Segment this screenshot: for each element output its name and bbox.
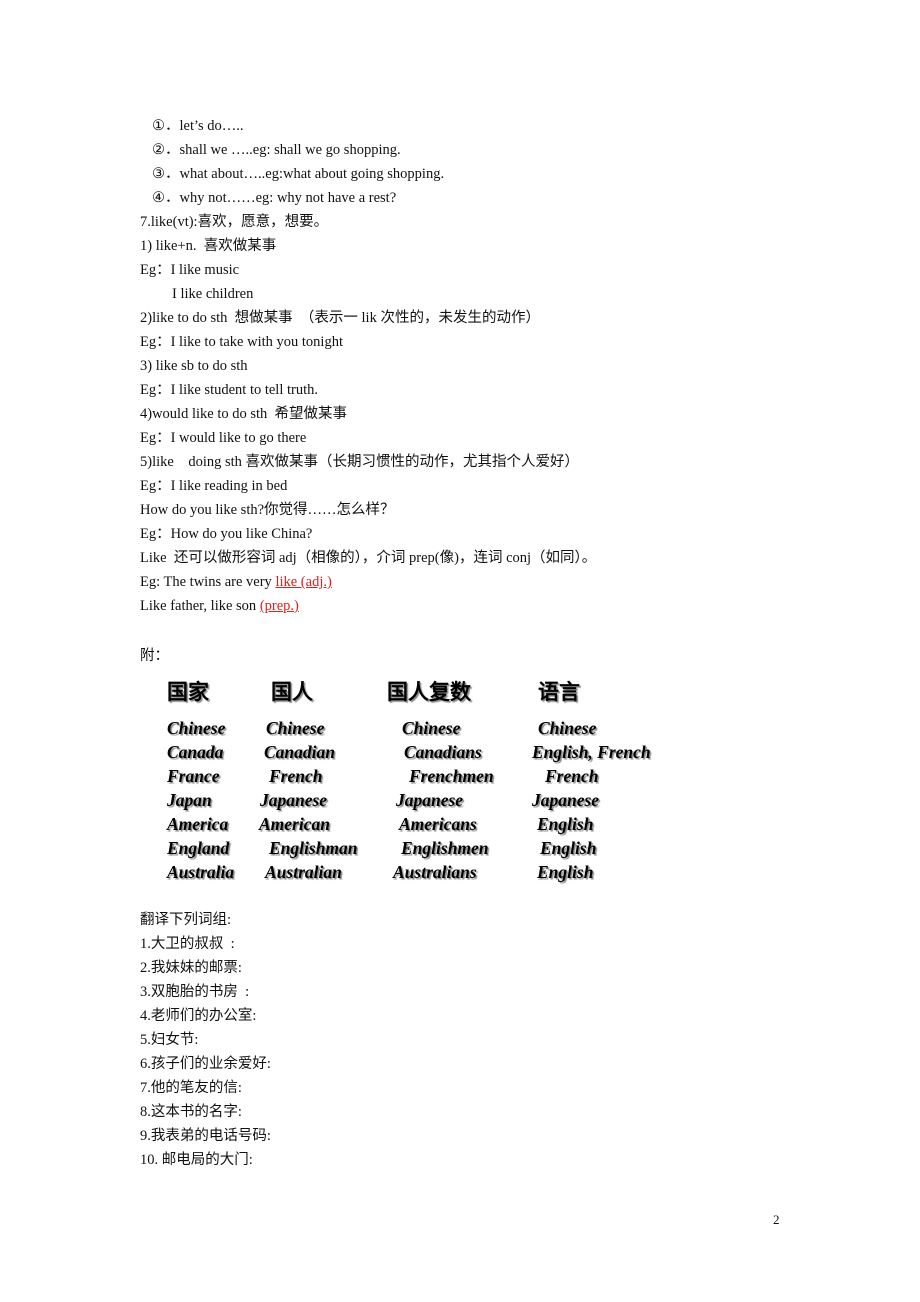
table-cell: Australians	[393, 862, 477, 882]
table-header: 国家	[167, 680, 209, 704]
text-line: How do you like sth?你觉得……怎么样？	[140, 502, 395, 518]
suggestion-item: ①．let’s do…..	[152, 117, 244, 135]
text-line: 4)would like to do sth 希望做某事	[140, 406, 348, 422]
table-cell: France	[167, 766, 220, 786]
list-text: shall we …..eg: shall we go shopping.	[179, 142, 401, 158]
table-cell: England	[167, 838, 230, 858]
table-cell: English	[540, 838, 597, 858]
example-text: Eg: The twins are very	[140, 574, 276, 590]
table-cell: English	[537, 862, 594, 882]
exercise-title: 翻译下列词组:	[140, 912, 232, 928]
table-cell: Japan	[167, 790, 212, 810]
exercise-item: 10. 邮电局的大门:	[140, 1152, 253, 1168]
text-line: Like 还可以做形容词 adj（相像的），介词 prep(像)，连词 conj…	[140, 550, 597, 566]
list-marker: ④．	[152, 190, 180, 206]
text-line: Eg：How do you like China?	[140, 526, 313, 542]
table-cell: Chinese	[167, 718, 226, 738]
table-cell: Canadians	[404, 742, 482, 762]
exercise-item: 8.这本书的名字:	[140, 1104, 242, 1120]
exercise-item: 4.老师们的办公室:	[140, 1008, 257, 1024]
table-cell: Japanese	[260, 790, 328, 810]
exercise-item: 2.我妹妹的邮票:	[140, 960, 242, 976]
highlight-adj: like (adj.)	[275, 574, 332, 590]
page-number: 2	[773, 1212, 780, 1227]
table-cell: Chinese	[538, 718, 597, 738]
exercise-item: 1.大卫的叔叔 :	[140, 936, 235, 952]
text-line: Eg：I like reading in bed	[140, 478, 288, 494]
text-line: I like children	[172, 286, 254, 302]
table-cell: Frenchmen	[409, 766, 494, 786]
text-line: Eg：I would like to go there	[140, 430, 307, 446]
list-marker: ①．	[152, 118, 180, 134]
table-cell: Americans	[399, 814, 477, 834]
exercise-item: 5.妇女节:	[140, 1032, 199, 1048]
text-line: Eg：I like to take with you tonight	[140, 334, 343, 350]
text-line: Eg：I like music	[140, 262, 240, 278]
table-cell: Chinese	[402, 718, 461, 738]
table-cell: Chinese	[266, 718, 325, 738]
suggestion-item: ②．shall we …..eg: shall we go shopping.	[152, 141, 401, 159]
section-heading: 7.like(vt):喜欢，愿意，想要。	[140, 214, 329, 230]
table-cell: French	[545, 766, 599, 786]
exercise-item: 3.双胞胎的书房 :	[140, 984, 250, 1000]
table-header: 语言	[538, 680, 580, 704]
table-cell: Canadian	[264, 742, 335, 762]
text-line: Eg：I like student to tell truth.	[140, 382, 319, 398]
example-adj: Eg: The twins are very like (adj.)	[140, 573, 332, 591]
table-cell: Englishmen	[401, 838, 489, 858]
list-marker: ②．	[152, 142, 180, 158]
table-cell: French	[269, 766, 323, 786]
table-cell: American	[259, 814, 330, 834]
text-line: 5)like doing sth 喜欢做某事（长期习惯性的动作，尤其指个人爱好）	[140, 454, 580, 470]
table-cell: Englishman	[269, 838, 358, 858]
example-prep: Like father, like son (prep.)	[140, 597, 299, 615]
list-text: what about…..eg:what about going shoppin…	[179, 166, 445, 182]
appendix-label: 附：	[140, 648, 169, 664]
table-cell: Japanese	[396, 790, 464, 810]
table-header: 国人复数	[387, 680, 471, 704]
table-cell: America	[167, 814, 229, 834]
table-cell: Australian	[265, 862, 342, 882]
suggestion-item: ③．what about…..eg:what about going shopp…	[152, 165, 444, 183]
exercise-item: 6.孩子们的业余爱好:	[140, 1056, 271, 1072]
list-marker: ③．	[152, 166, 180, 182]
table-cell: Canada	[167, 742, 224, 762]
table-cell: Australia	[167, 862, 235, 882]
suggestion-item: ④．why not……eg: why not have a rest?	[152, 189, 396, 207]
table-cell: English	[537, 814, 594, 834]
table-header: 国人	[271, 680, 313, 704]
list-text: let’s do…..	[179, 118, 244, 134]
list-text: why not……eg: why not have a rest?	[179, 190, 397, 206]
table-cell: Japanese	[532, 790, 600, 810]
highlight-prep: (prep.)	[259, 598, 299, 614]
text-line: 1) like+n. 喜欢做某事	[140, 238, 277, 254]
text-line: 3) like sb to do sth	[140, 358, 248, 374]
exercise-item: 9.我表弟的电话号码:	[140, 1128, 271, 1144]
exercise-item: 7.他的笔友的信:	[140, 1080, 242, 1096]
example-text: Like father, like son	[140, 598, 260, 614]
table-cell: English, French	[532, 742, 651, 762]
text-line: 2)like to do sth 想做某事 （表示一 lik 次性的，未发生的动…	[140, 310, 540, 326]
